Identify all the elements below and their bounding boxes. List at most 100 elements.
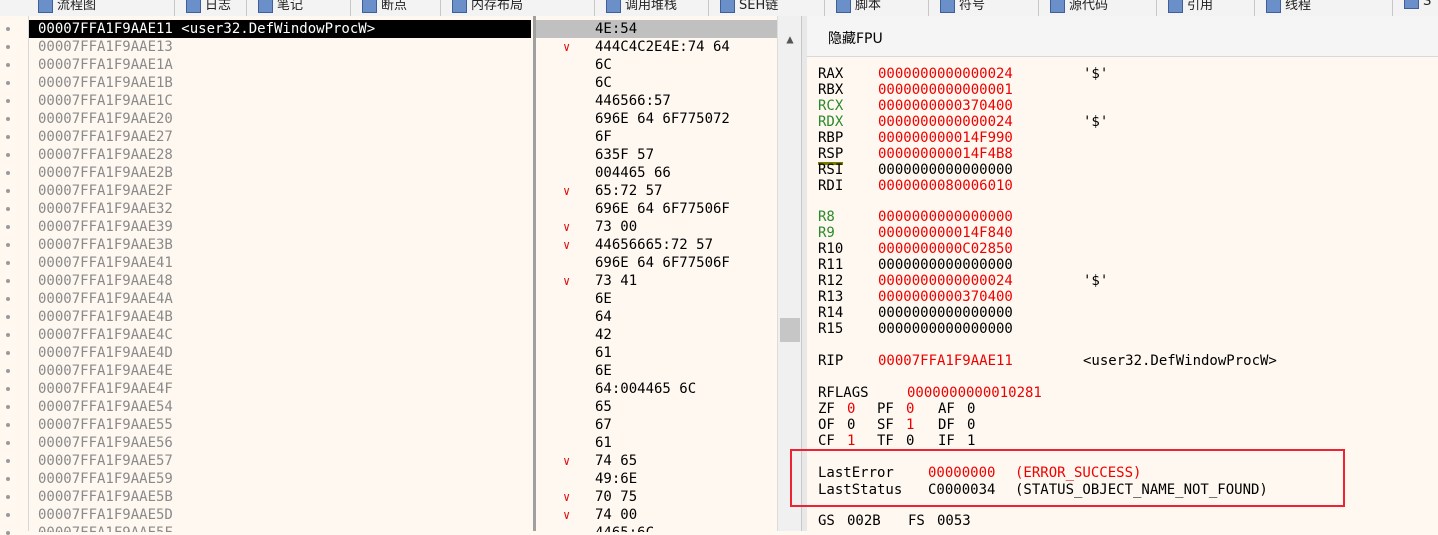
breakpoint-dot[interactable] (6, 27, 10, 31)
disasm-address[interactable]: 00007FFA1F9AAE1A (29, 56, 531, 74)
register-row[interactable]: R11 0000000000000000 (807, 257, 1407, 273)
register-row[interactable]: R15 0000000000000000 (807, 321, 1407, 337)
scroll-thumb[interactable] (780, 318, 800, 342)
breakpoint-dot[interactable] (6, 189, 10, 193)
disasm-bytes-row[interactable]: 64 (536, 308, 777, 326)
disasm-address[interactable]: 00007FFA1F9AAE4A (29, 290, 531, 308)
disasm-address[interactable]: 00007FFA1F9AAE2F (29, 182, 531, 200)
breakpoint-dot[interactable] (6, 225, 10, 229)
disasm-bytes-row[interactable]: 696E 64 6F775072 (536, 110, 777, 128)
register-row[interactable]: RCX 0000000000370400 (807, 98, 1407, 114)
disasm-address[interactable]: 00007FFA1F9AAE4E (29, 362, 531, 380)
register-value[interactable]: 0000000000000000 (878, 305, 1013, 321)
toolbar-item[interactable]: 流程图 (38, 0, 96, 14)
disasm-address[interactable]: 00007FFA1F9AAE55 (29, 416, 531, 434)
disasm-address[interactable]: 00007FFA1F9AAE59 (29, 470, 531, 488)
scroll-up-arrow-icon[interactable]: ▲ (783, 32, 797, 46)
register-row[interactable]: RDI 0000000080006010 (807, 178, 1407, 194)
flag-value[interactable]: 0 (906, 433, 914, 449)
disasm-address[interactable]: 00007FFA1F9AAE56 (29, 434, 531, 452)
disasm-address[interactable]: 00007FFA1F9AAE3B (29, 236, 531, 254)
register-value[interactable]: 0000000000000000 (878, 257, 1013, 273)
flag-value[interactable]: 0 (967, 417, 975, 433)
register-value[interactable]: 0000000000370400 (878, 289, 1013, 305)
disasm-bytes-row[interactable]: ∨ 73 00 (536, 218, 777, 236)
disasm-bytes-row[interactable]: 67 (536, 416, 777, 434)
register-row[interactable]: R8 0000000000000000 (807, 209, 1407, 225)
disasm-bytes-row[interactable]: 6E (536, 290, 777, 308)
disasm-bytes-row[interactable]: 635F 57 (536, 146, 777, 164)
breakpoint-dot[interactable] (6, 99, 10, 103)
segment-row[interactable]: GS 002B FS 0053 (807, 513, 1407, 529)
disasm-address[interactable]: 00007FFA1F9AAE32 (29, 200, 531, 218)
toolbar-item[interactable]: 内存布局 (452, 0, 523, 14)
toolbar-item[interactable]: 源代码 (1050, 0, 1108, 14)
register-row[interactable]: RSP 000000000014F4B8 (807, 146, 1407, 165)
disasm-address[interactable]: 00007FFA1F9AAE2B (29, 164, 531, 182)
disasm-bytes-row[interactable]: 65 (536, 398, 777, 416)
disasm-address[interactable]: 00007FFA1F9AAE4C (29, 326, 531, 344)
breakpoint-dot[interactable] (6, 369, 10, 373)
disasm-bytes-row[interactable]: 6F (536, 128, 777, 146)
disasm-address[interactable]: 00007FFA1F9AAE4F (29, 380, 531, 398)
breakpoint-gutter[interactable] (0, 16, 29, 535)
register-row[interactable]: R14 0000000000000000 (807, 305, 1407, 321)
breakpoint-dot[interactable] (6, 63, 10, 67)
disasm-bytes-row[interactable]: 64:004465 6C (536, 380, 777, 398)
breakpoint-dot[interactable] (6, 333, 10, 337)
toolbar-item[interactable]: 引用 (1168, 0, 1213, 14)
breakpoint-dot[interactable] (6, 279, 10, 283)
register-row[interactable]: RDX 0000000000000024 '$' (807, 114, 1407, 130)
disasm-address[interactable]: 00007FFA1F9AAE5B (29, 488, 531, 506)
toolbar-item[interactable]: 断点 (362, 0, 407, 14)
disasm-bytes-row[interactable]: 4E:54 (536, 20, 777, 38)
hide-fpu-button[interactable]: 隐藏FPU (828, 28, 883, 48)
register-value[interactable]: 0000000000000000 (878, 321, 1013, 337)
register-row[interactable]: R12 0000000000000024 '$' (807, 273, 1407, 289)
toolbar-item[interactable]: 日志 (186, 0, 231, 14)
breakpoint-dot[interactable] (6, 477, 10, 481)
register-row[interactable]: R9 000000000014F840 (807, 225, 1407, 241)
breakpoint-dot[interactable] (6, 441, 10, 445)
toolbar-item[interactable]: 线程 (1266, 0, 1311, 14)
disasm-address[interactable]: 00007FFA1F9AAE4B (29, 308, 531, 326)
disasm-address[interactable]: 00007FFA1F9AAE5D (29, 506, 531, 524)
register-row[interactable]: R13 0000000000370400 (807, 289, 1407, 305)
flag-value[interactable]: 0 (847, 417, 855, 433)
breakpoint-dot[interactable] (6, 45, 10, 49)
disasm-bytes-row[interactable]: ∨ 65:72 57 (536, 182, 777, 200)
register-value[interactable]: 00007FFA1F9AAE11 (878, 353, 1013, 369)
disasm-bytes-row[interactable]: ∨ 74 00 (536, 506, 777, 524)
disasm-bytes-row[interactable]: 696E 64 6F77506F (536, 254, 777, 272)
toolbar-item[interactable]: SEH链 (720, 0, 778, 14)
disasm-address[interactable]: 00007FFA1F9AAE4D (29, 344, 531, 362)
disasm-bytes-row[interactable]: 49:6E (536, 470, 777, 488)
breakpoint-dot[interactable] (6, 81, 10, 85)
breakpoint-dot[interactable] (6, 297, 10, 301)
register-value[interactable]: 0000000080006010 (878, 178, 1013, 194)
register-value[interactable]: 0000000000370400 (878, 98, 1013, 114)
disasm-bytes-row[interactable]: 446566:57 (536, 92, 777, 110)
register-value[interactable]: 000000000014F990 (878, 130, 1013, 146)
register-value[interactable]: 0000000000000001 (878, 82, 1013, 98)
toolbar-item[interactable]: 符号 (940, 0, 985, 14)
disasm-bytes-row[interactable]: 61 (536, 434, 777, 452)
disasm-bytes-row[interactable]: 6C (536, 56, 777, 74)
disasm-address[interactable]: 00007FFA1F9AAE1C (29, 92, 531, 110)
toolbar-item[interactable]: 脚本 (836, 0, 881, 14)
breakpoint-dot[interactable] (6, 387, 10, 391)
disasm-bytes-row[interactable]: ∨ 44656665:72 57 (536, 236, 777, 254)
disasm-bytes-row[interactable]: ∨ 70 75 (536, 488, 777, 506)
disasm-bytes-row[interactable]: ∨ 444C4C2E4E:74 64 (536, 38, 777, 56)
register-row[interactable]: RSI 0000000000000000 (807, 162, 1407, 178)
register-value[interactable]: 0000000000000024 (878, 114, 1013, 130)
breakpoint-dot[interactable] (6, 405, 10, 409)
disasm-bytes-row[interactable]: 61 (536, 344, 777, 362)
toolbar-item[interactable]: 笔记 (258, 0, 303, 14)
disasm-address[interactable]: 00007FFA1F9AAE27 (29, 128, 531, 146)
register-value[interactable]: 0000000000000000 (878, 209, 1013, 225)
register-value[interactable]: 000000000014F840 (878, 225, 1013, 241)
register-value[interactable]: 0000000000000024 (878, 273, 1013, 289)
register-value[interactable]: 0000000000000024 (878, 66, 1013, 82)
disasm-bytes-row[interactable]: 6C (536, 74, 777, 92)
